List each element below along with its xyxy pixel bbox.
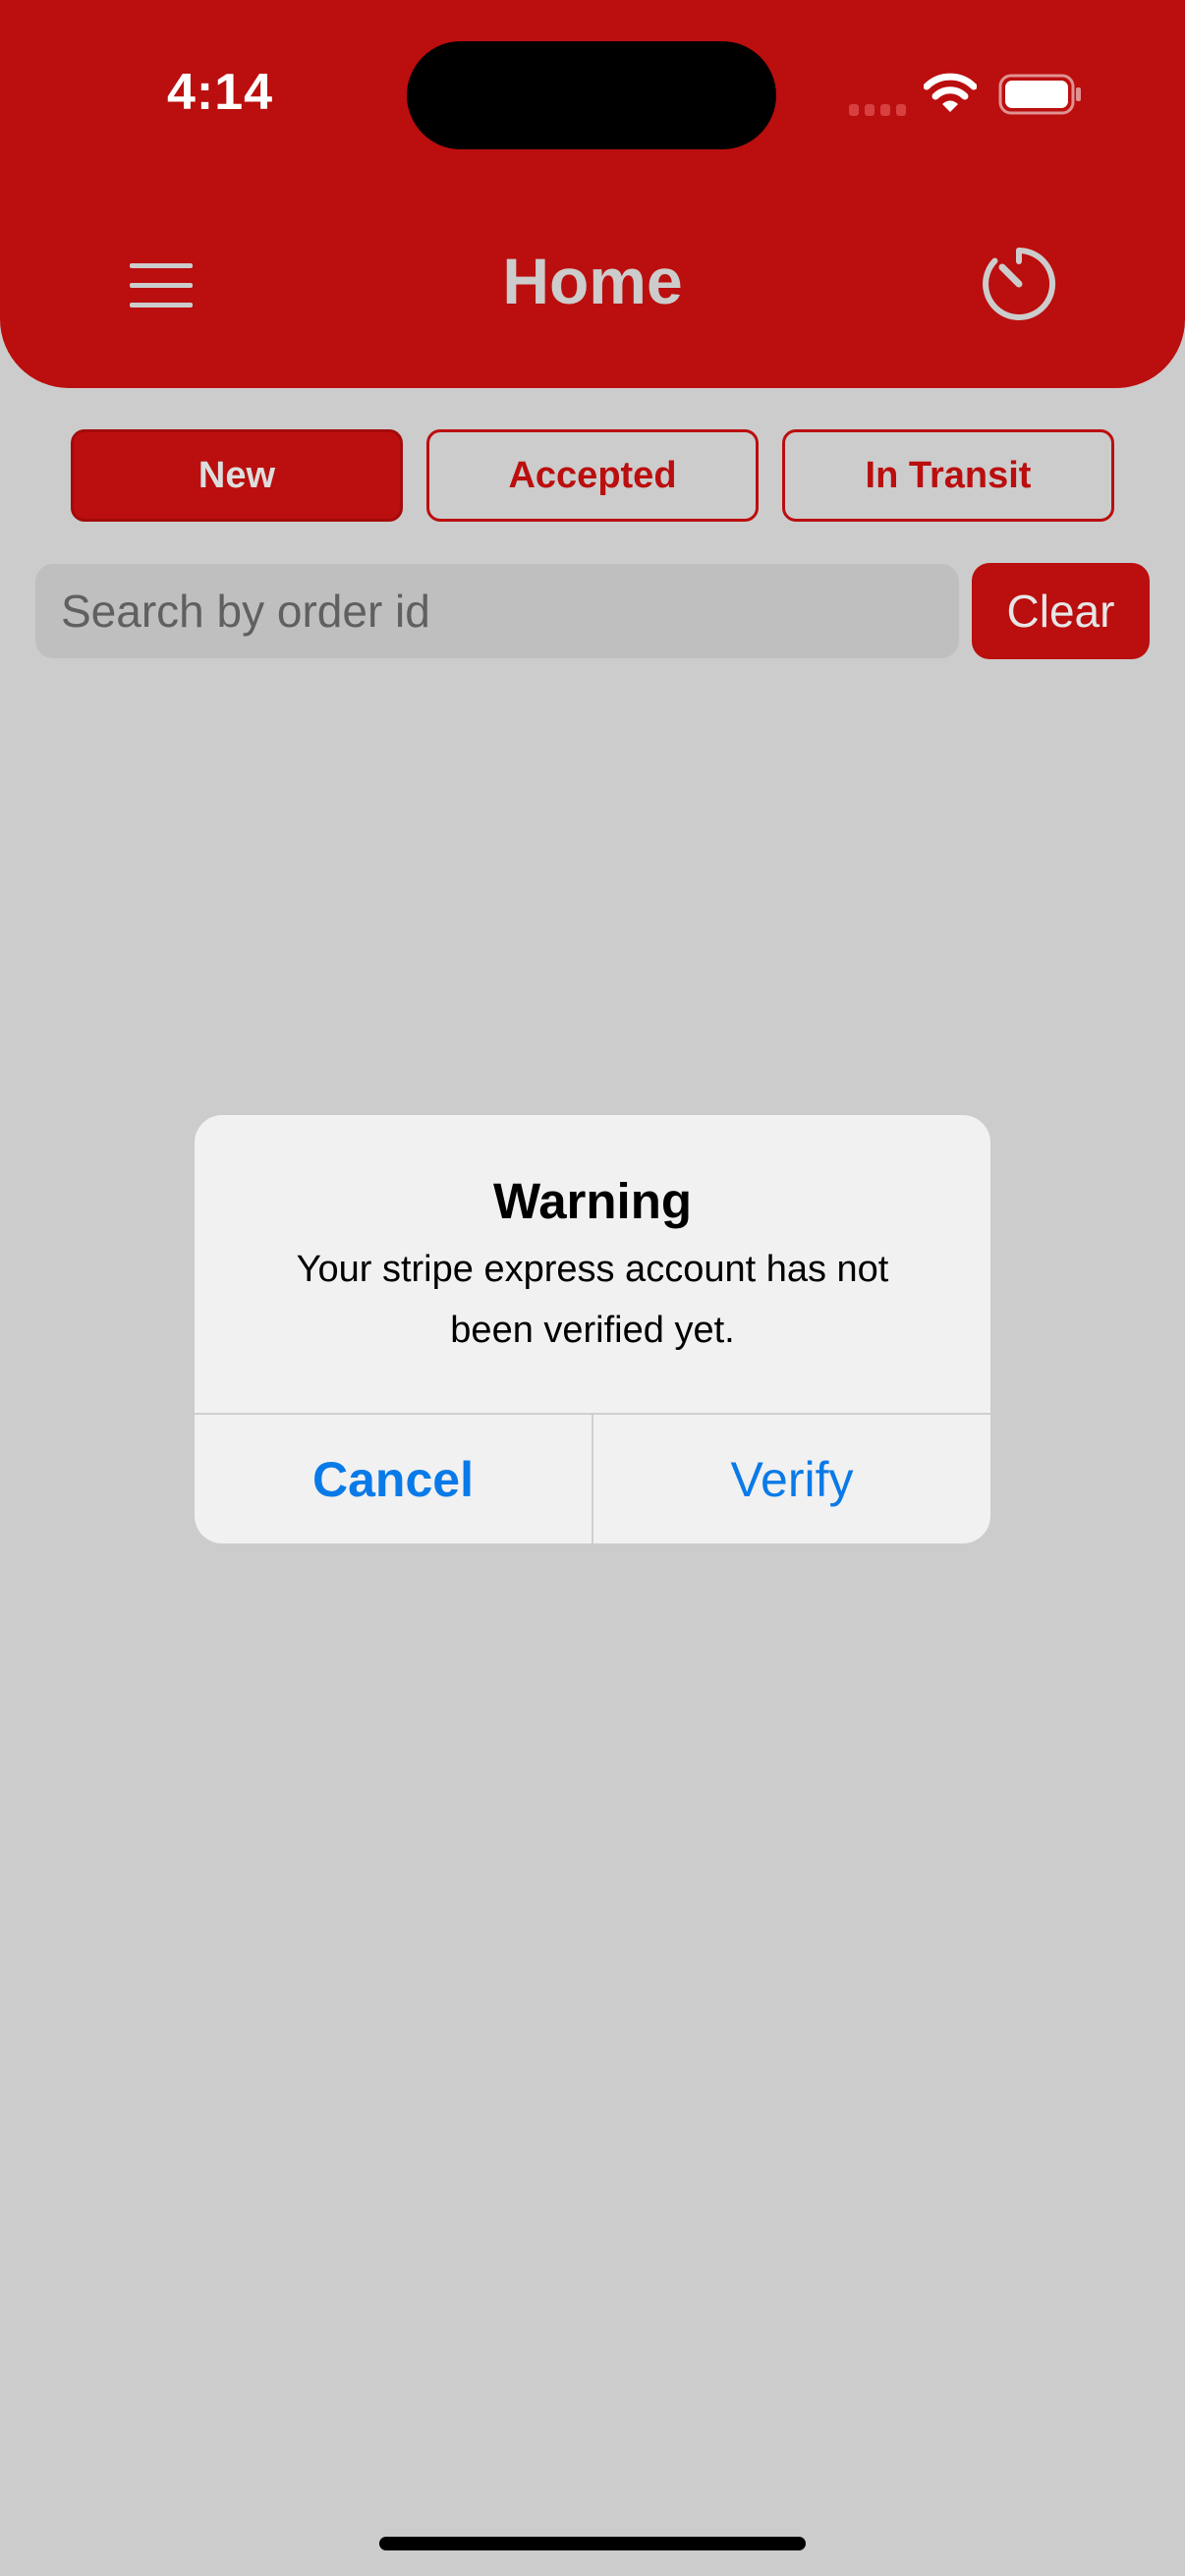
order-id-search-input[interactable] xyxy=(35,564,959,658)
alert-message: Your stripe express account has not been… xyxy=(296,1249,889,1351)
timer-icon[interactable] xyxy=(979,244,1059,324)
battery-icon xyxy=(998,74,1081,115)
tab-accepted[interactable]: Accepted xyxy=(426,429,759,522)
tab-in-transit[interactable]: In Transit xyxy=(782,429,1114,522)
home-indicator[interactable] xyxy=(379,2537,806,2550)
wifi-icon xyxy=(924,73,977,112)
alert-title: Warning xyxy=(492,1173,693,1229)
dynamic-island xyxy=(407,41,776,149)
verify-button[interactable]: Verify xyxy=(593,1415,990,1543)
warning-alert-dialog: Warning Your stripe express account has … xyxy=(195,1115,990,1543)
tab-new[interactable]: New xyxy=(71,429,403,522)
cellular-signal-icon xyxy=(849,104,906,116)
clear-button[interactable]: Clear xyxy=(972,563,1150,659)
cancel-button[interactable]: Cancel xyxy=(195,1415,592,1543)
app-header: 4:14 Home xyxy=(0,0,1185,388)
status-bar-time: 4:14 xyxy=(167,64,274,121)
